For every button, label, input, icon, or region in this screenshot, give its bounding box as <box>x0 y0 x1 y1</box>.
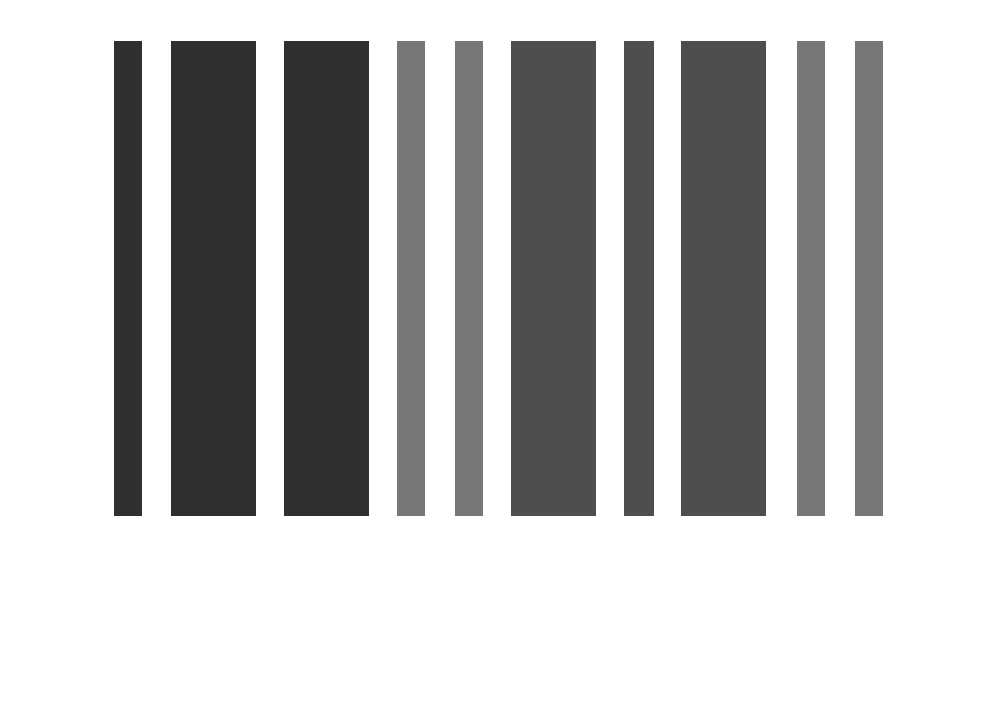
stripe-5 <box>455 41 483 516</box>
stripe-8 <box>681 41 766 516</box>
stripe-10 <box>855 41 883 516</box>
stripe-1 <box>114 41 142 516</box>
stripe-9 <box>797 41 825 516</box>
stripe-4 <box>397 41 425 516</box>
stripe-2 <box>171 41 256 516</box>
stripe-6 <box>511 41 596 516</box>
stripe-3 <box>284 41 369 516</box>
stripe-7 <box>624 41 654 516</box>
barcode-stripes <box>114 41 883 516</box>
